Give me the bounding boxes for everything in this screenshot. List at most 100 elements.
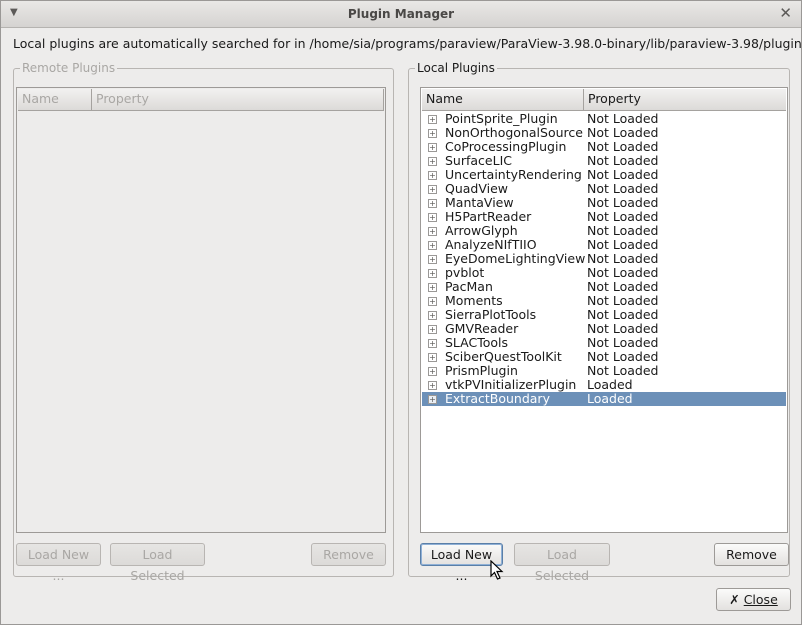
plugin-row[interactable]: + SierraPlotTools Not Loaded [422,308,786,322]
plugin-property: Not Loaded [587,223,659,238]
plugin-row[interactable]: + GMVReader Not Loaded [422,322,786,336]
remote-column-property[interactable]: Property [92,89,384,110]
plus-expander-icon[interactable]: + [428,143,437,152]
plugin-name: H5PartReader [445,209,532,224]
plus-expander-icon[interactable]: + [428,381,437,390]
plugin-name: PrismPlugin [445,363,518,378]
local-plugins-tree[interactable]: Name Property + PointSprite_Plugin Not Loa… [420,87,788,533]
plugin-row[interactable]: + AnalyzeNIfTIIO Not Loaded [422,238,786,252]
plugin-property: Not Loaded [587,139,659,154]
plugin-property: Not Loaded [587,265,659,280]
plus-expander-icon[interactable]: + [428,213,437,222]
plugin-row[interactable]: + PrismPlugin Not Loaded [422,364,786,378]
plus-expander-icon[interactable]: + [428,157,437,166]
plugin-row[interactable]: + EyeDomeLightingView Not Loaded [422,252,786,266]
plus-expander-icon[interactable]: + [428,353,437,362]
plugin-property: Not Loaded [587,209,659,224]
plugin-row[interactable]: + QuadView Not Loaded [422,182,786,196]
local-tree-header: Name Property [422,89,786,111]
plugin-row[interactable]: + SciberQuestToolKit Not Loaded [422,350,786,364]
plugin-row[interactable]: + Moments Not Loaded [422,294,786,308]
local-plugin-list: + PointSprite_Plugin Not Loaded + NonOrthogo… [422,112,786,406]
plugin-name: SLACTools [445,335,509,350]
plugin-name: pvblot [445,265,485,280]
plugin-name: GMVReader [445,321,519,336]
plugin-row[interactable]: + vtkPVInitializerPlugin Loaded [422,378,786,392]
local-plugins-title: Local Plugins [415,60,497,76]
plugin-row[interactable]: + SLACTools Not Loaded [422,336,786,350]
plus-expander-icon[interactable]: + [428,367,437,376]
plugin-row[interactable]: + PacMan Not Loaded [422,280,786,294]
plugin-property: Not Loaded [587,307,659,322]
plugin-row[interactable]: + SurfaceLIC Not Loaded [422,154,786,168]
plugin-row[interactable]: + H5PartReader Not Loaded [422,210,786,224]
plus-expander-icon[interactable]: + [428,241,437,250]
plugin-property: Not Loaded [587,363,659,378]
close-button[interactable]: ✗ Close [716,588,791,611]
local-load-selected-button[interactable]: Load Selected [514,543,610,583]
local-remove-button[interactable]: Remove [714,543,789,566]
plugin-row[interactable]: + CoProcessingPlugin Not Loaded [422,140,786,154]
plugin-property: Not Loaded [587,167,659,182]
plus-expander-icon[interactable]: + [428,283,437,292]
remote-remove-button[interactable]: Remove [311,543,386,566]
window-title: Plugin Manager [347,7,455,21]
plugin-manager-window: ▼ Plugin Manager ✕ Local plugins are aut… [0,0,802,625]
plus-expander-icon[interactable]: + [428,311,437,320]
plus-expander-icon[interactable]: + [428,255,437,264]
plugin-row[interactable]: + PointSprite_Plugin Not Loaded [422,112,786,126]
remote-plugins-tree[interactable]: Name Property [16,87,386,533]
plugin-property: Not Loaded [587,111,659,126]
remote-plugins-group: Remote Plugins Name Property Load New ..… [13,60,394,583]
remote-load-selected-button[interactable]: Load Selected [110,543,205,583]
plugin-property: Not Loaded [587,321,659,336]
plugin-name: EyeDomeLightingView [445,251,586,266]
local-plugins-group: Local Plugins Name Property + PointSprite… [408,60,790,583]
plus-expander-icon[interactable]: + [428,325,437,334]
remote-load-new-button[interactable]: Load New ... [16,543,101,583]
plus-expander-icon[interactable]: + [428,185,437,194]
plugin-name: ExtractBoundary [445,391,550,406]
plugin-name: PacMan [445,279,493,294]
info-text: Local plugins are automatically searched… [13,36,802,51]
plugin-row[interactable]: + pvblot Not Loaded [422,266,786,280]
plugin-property: Not Loaded [587,153,659,168]
local-column-property[interactable]: Property [584,89,787,110]
plus-expander-icon[interactable]: + [428,171,437,180]
remote-column-name[interactable]: Name [18,89,92,110]
plugin-name: SierraPlotTools [445,307,537,322]
plugin-name: MantaView [445,195,514,210]
plugin-property: Not Loaded [587,181,659,196]
plugin-property: Loaded [587,377,633,392]
plugin-property: Not Loaded [587,251,659,266]
plugin-row[interactable]: + NonOrthogonalSource Not Loaded [422,126,786,140]
plugin-name: AnalyzeNIfTIIO [445,237,537,252]
plugin-row[interactable]: + ArrowGlyph Not Loaded [422,224,786,238]
plus-expander-icon[interactable]: + [428,129,437,138]
plugin-property: Not Loaded [587,335,659,350]
plugin-name: ArrowGlyph [445,223,518,238]
plugin-name: vtkPVInitializerPlugin [445,377,577,392]
window-close-icon[interactable]: ✕ [779,5,792,21]
plus-expander-icon[interactable]: + [428,297,437,306]
plugin-row[interactable]: + ExtractBoundary Loaded [422,392,786,406]
remote-plugins-title: Remote Plugins [20,60,118,76]
plus-expander-icon[interactable]: + [428,199,437,208]
plugin-name: SciberQuestToolKit [445,349,562,364]
plugin-property: Not Loaded [587,237,659,252]
plus-expander-icon[interactable]: + [428,227,437,236]
plugin-property: Not Loaded [587,279,659,294]
plugin-row[interactable]: + MantaView Not Loaded [422,196,786,210]
plugin-property: Not Loaded [587,349,659,364]
plugin-name: SurfaceLIC [445,153,512,168]
plus-expander-icon[interactable]: + [428,269,437,278]
plus-expander-icon[interactable]: + [428,339,437,348]
plugin-property: Not Loaded [587,293,659,308]
plus-expander-icon[interactable]: + [428,115,437,124]
plugin-row[interactable]: + UncertaintyRendering Not Loaded [422,168,786,182]
plugin-property: Loaded [587,391,633,406]
remote-tree-header: Name Property [18,89,384,111]
plus-expander-icon[interactable]: + [428,395,437,404]
local-column-name[interactable]: Name [422,89,584,110]
plugin-name: PointSprite_Plugin [445,111,558,126]
